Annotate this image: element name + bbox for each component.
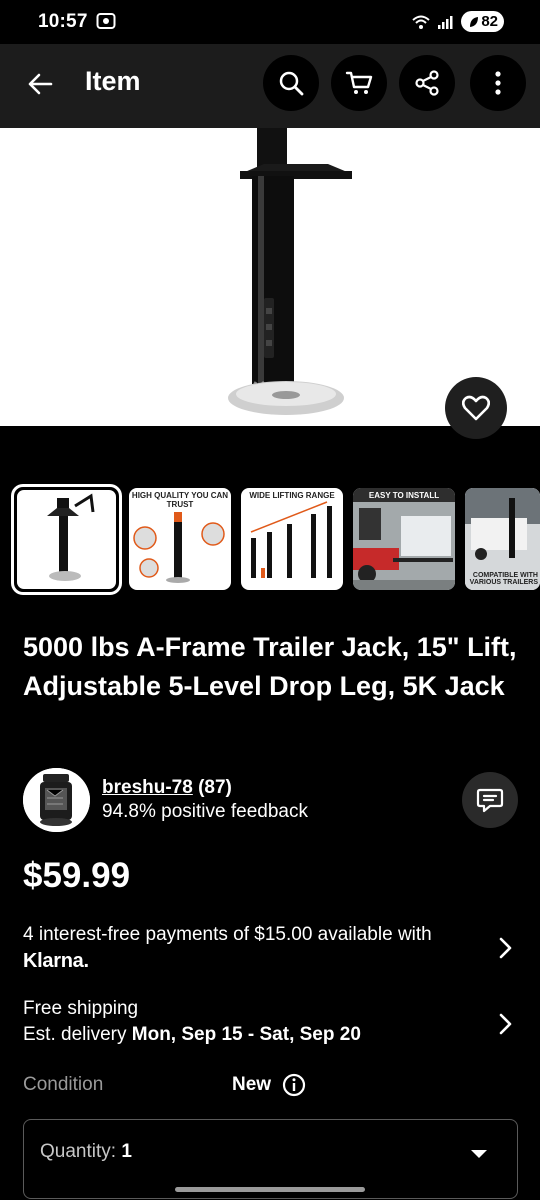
delivery-dates: Mon, Sep 15 - Sat, Sep 20 (131, 1024, 361, 1045)
cart-icon (345, 71, 373, 94)
contact-seller-button[interactable] (462, 772, 518, 828)
quantity-value: 1 (121, 1141, 132, 1162)
battery-level: 82 (481, 13, 498, 30)
thumbnail-5[interactable]: COMPATIBLE WITH VARIOUS TRAILERS (465, 488, 540, 590)
item-price: $59.99 (23, 856, 131, 895)
chevron-right-icon (499, 1013, 512, 1035)
heart-icon (462, 395, 490, 421)
seller-name[interactable]: breshu-78 (102, 777, 193, 798)
thumbnail-lifting-range-image (250, 501, 332, 578)
status-icons: 82 (411, 11, 504, 32)
search-icon (279, 71, 304, 96)
page-title: Item (85, 66, 141, 96)
seller-name-line[interactable]: breshu-78 (87) (102, 777, 232, 799)
home-indicator[interactable] (175, 1187, 365, 1192)
seller-avatar-image (23, 768, 90, 832)
info-icon[interactable] (282, 1073, 306, 1097)
delivery-estimate: Est. delivery Mon, Sep 15 - Sat, Sep 20 (23, 1022, 518, 1048)
payments-row[interactable]: 4 interest-free payments of $15.00 avail… (23, 922, 518, 980)
status-time: 10:57 (38, 11, 88, 32)
arrow-left-icon (28, 73, 53, 95)
condition-label: Condition (23, 1074, 104, 1095)
seller-feedback-count: (87) (198, 777, 232, 798)
thumbnail-1[interactable] (11, 484, 122, 595)
shipping-title: Free shipping (23, 998, 139, 1019)
chevron-right-icon (499, 937, 512, 959)
back-button[interactable] (22, 66, 58, 102)
klarna-logo: Klarna. (23, 950, 89, 972)
thumbnail-strip[interactable]: HIGH QUALITY YOU CAN TRUST WIDE LIFTING … (0, 483, 540, 597)
thumbnail-caption: HIGH QUALITY YOU CAN TRUST (131, 491, 229, 509)
search-button[interactable] (263, 55, 319, 111)
share-button[interactable] (399, 55, 455, 111)
delivery-prefix: Est. delivery (23, 1024, 127, 1045)
quantity-field: Quantity: 1 (40, 1141, 132, 1163)
more-options-button[interactable] (470, 55, 526, 111)
quantity-label: Quantity: (40, 1141, 117, 1162)
status-bar: 10:57 82 (0, 0, 540, 44)
thumbnail-jack-image (47, 493, 95, 581)
thumbnail-2[interactable]: HIGH QUALITY YOU CAN TRUST (129, 488, 231, 590)
seller-avatar[interactable] (23, 768, 90, 832)
signal-icon (438, 15, 453, 29)
thumbnail-caption: WIDE LIFTING RANGE (249, 491, 335, 500)
battery-badge: 82 (461, 11, 504, 32)
battery-saver-icon (470, 16, 479, 27)
cart-button[interactable] (331, 55, 387, 111)
app-bar: Item (0, 44, 540, 128)
seller-feedback: 94.8% positive feedback (102, 801, 308, 822)
more-vertical-icon (495, 71, 501, 95)
listing-title: 5000 lbs A-Frame Trailer Jack, 15" Lift,… (23, 632, 517, 701)
shipping-row[interactable]: Free shipping Est. delivery Mon, Sep 15 … (23, 996, 518, 1052)
payments-text: 4 interest-free payments of $15.00 avail… (23, 924, 432, 945)
seller-card[interactable]: breshu-78 (87) 94.8% positive feedback (23, 768, 518, 832)
thumbnail-4[interactable]: EASY TO INSTALL (353, 488, 455, 590)
condition-value: New (232, 1074, 272, 1095)
thumbnail-caption: EASY TO INSTALL (368, 491, 440, 500)
watchlist-button[interactable] (445, 377, 507, 439)
message-icon (476, 788, 504, 813)
wifi-icon (412, 15, 430, 29)
caret-down-icon (471, 1150, 487, 1158)
thumbnail-3[interactable]: WIDE LIFTING RANGE (241, 488, 343, 590)
thumbnail-caption: COMPATIBLE WITH VARIOUS TRAILERS (469, 572, 538, 586)
screenshot-icon (96, 13, 116, 29)
thumbnail-install-image (353, 488, 455, 590)
share-icon (415, 70, 439, 96)
